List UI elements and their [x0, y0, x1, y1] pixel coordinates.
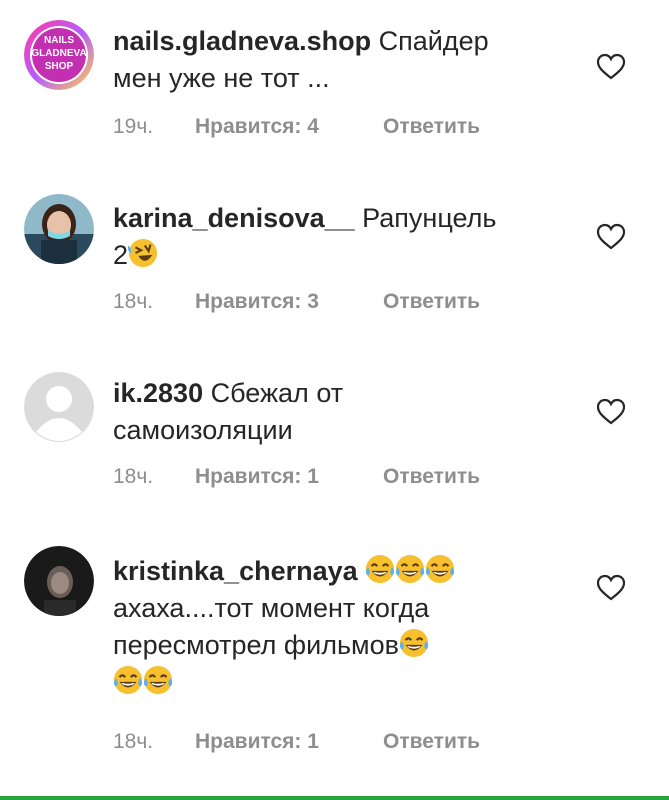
comment-likes[interactable]: Нравится: 1: [195, 730, 383, 754]
comment-likes[interactable]: Нравится: 4: [195, 115, 383, 139]
tears-of-joy-emoji: [425, 554, 456, 584]
heart-icon[interactable]: [596, 574, 626, 602]
heart-icon[interactable]: [596, 398, 626, 426]
comment-meta: 18ч. Нравится: 3 Ответить: [113, 290, 480, 314]
reply-button[interactable]: Ответить: [383, 290, 480, 314]
comment-body-line: ахаха....тот момент когда: [113, 593, 430, 623]
reply-button[interactable]: Ответить: [383, 465, 480, 489]
tears-of-joy-emoji: [365, 554, 396, 584]
comment-meta: 18ч. Нравится: 1 Ответить: [113, 730, 480, 754]
comment-username[interactable]: ik.2830: [113, 378, 203, 408]
comment-username[interactable]: kristinka_chernaya: [113, 556, 358, 586]
comment-time: 18ч.: [113, 730, 154, 753]
comment-username[interactable]: karina_denisova__: [113, 203, 355, 233]
comment-time: 19ч.: [113, 115, 154, 138]
comment-body-line: мен уже не тот ...: [113, 63, 330, 93]
comment-likes[interactable]: Нравится: 3: [195, 290, 383, 314]
comment-body-line: самоизоляции: [113, 415, 293, 445]
avatar[interactable]: NAILS GLADNEVA SHOP: [24, 20, 94, 90]
avatar[interactable]: [24, 546, 94, 616]
comment-text: karina_denisova__ Рапунцель 2: [113, 200, 553, 274]
comment-meta: 19ч. Нравится: 4 Ответить: [113, 115, 480, 139]
tears-of-joy-emoji: [398, 628, 429, 658]
avatar[interactable]: [24, 194, 94, 264]
comment-time: 18ч.: [113, 465, 154, 488]
reply-button[interactable]: Ответить: [383, 115, 480, 139]
heart-icon[interactable]: [596, 223, 626, 251]
comment-body-line: пересмотрел фильмов: [113, 630, 399, 660]
comment-meta: 18ч. Нравится: 1 Ответить: [113, 465, 480, 489]
reply-button[interactable]: Ответить: [383, 730, 480, 754]
comment-body-line: 2: [113, 240, 129, 270]
comment-text: ik.2830 Сбежал от самоизоляции: [113, 375, 553, 449]
heart-icon[interactable]: [596, 53, 626, 81]
avatar-logo: NAILS GLADNEVA SHOP: [31, 35, 87, 72]
comment-body-line: Спайдер: [378, 26, 489, 56]
comment-username[interactable]: nails.gladneva.shop: [113, 26, 371, 56]
comment-time: 18ч.: [113, 290, 154, 313]
tears-of-joy-emoji: [143, 665, 173, 695]
bottom-divider: [0, 796, 669, 800]
comment-likes[interactable]: Нравится: 1: [195, 465, 383, 489]
tears-of-joy-emoji: [395, 554, 426, 584]
tears-of-joy-emoji: [113, 665, 143, 695]
comment-body-line: Сбежал от: [210, 378, 344, 408]
avatar[interactable]: [24, 372, 94, 442]
rolling-on-floor-laughing-emoji: [128, 238, 159, 268]
comment-text: kristinka_chernaya ахаха....тот момент к…: [113, 553, 553, 701]
comment-body-line: Рапунцель: [362, 203, 497, 233]
comment-text: nails.gladneva.shop Спайдер мен уже не т…: [113, 23, 553, 97]
